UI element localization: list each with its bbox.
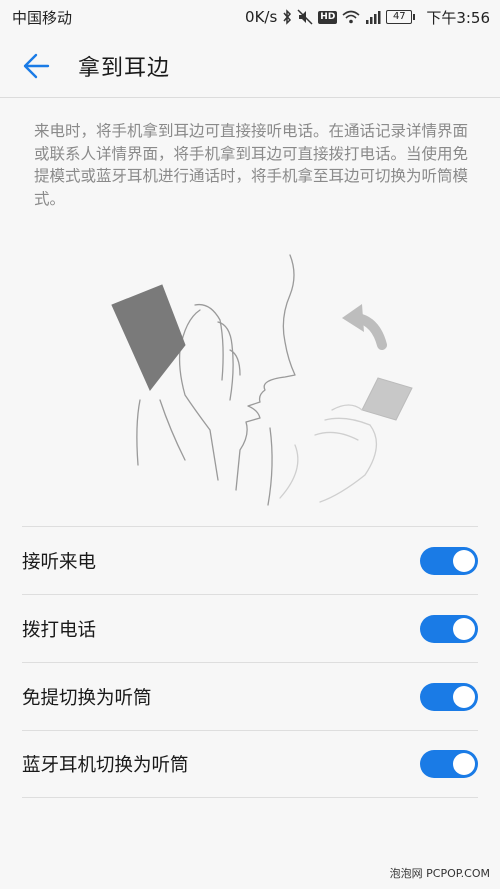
settings-list: 接听来电 拨打电话 免提切换为听筒 蓝牙耳机切换为听筒 [22,526,478,798]
setting-label: 拨打电话 [22,619,97,641]
bluetooth-icon [282,8,292,26]
setting-label: 接听来电 [22,551,97,573]
toggle-knob [453,753,475,775]
setting-label: 蓝牙耳机切换为听筒 [22,755,189,776]
setting-row-make-call[interactable]: 拨打电话 [22,594,478,662]
answer-call-toggle[interactable] [420,546,478,575]
signal-icon [365,8,381,26]
status-bar: 中国移动 0K/s HD 47 下午3:56 [0,0,500,34]
setting-label: 免提切换为听筒 [22,687,152,709]
arrow-left-icon [23,53,50,78]
speaker-to-earpiece-toggle[interactable] [420,682,478,711]
back-button[interactable] [6,34,66,98]
page-title: 拿到耳边 [78,55,171,81]
battery-level: 47 [392,11,406,22]
status-icons: 0K/s HD 47 下午3:56 [245,7,490,28]
make-call-toggle[interactable] [420,614,478,643]
toggle-knob [453,549,475,572]
watermark: 泡泡网 PCPOP.COM [389,867,490,880]
bluetooth-to-earpiece-toggle[interactable] [420,750,478,778]
raise-to-ear-illustration [100,250,420,510]
toggle-knob [453,617,475,640]
carrier-name: 中国移动 [12,8,73,27]
hd-icon: HD [318,10,338,24]
battery-icon: 47 [386,10,416,24]
clock: 下午3:56 [426,8,490,27]
app-header: 拿到耳边 [0,34,500,98]
toggle-knob [453,685,475,708]
setting-row-bluetooth-to-earpiece[interactable]: 蓝牙耳机切换为听筒 [22,730,478,798]
mute-icon [297,8,313,26]
setting-row-speaker-to-earpiece[interactable]: 免提切换为听筒 [22,662,478,730]
feature-description: 来电时，将手机拿到耳边可直接接听电话。在通话记录详情界面或联系人详情界面，将手机… [34,122,469,208]
network-speed: 0K/s [245,8,278,26]
setting-row-answer-call[interactable]: 接听来电 [22,526,478,594]
wifi-icon [342,8,360,26]
